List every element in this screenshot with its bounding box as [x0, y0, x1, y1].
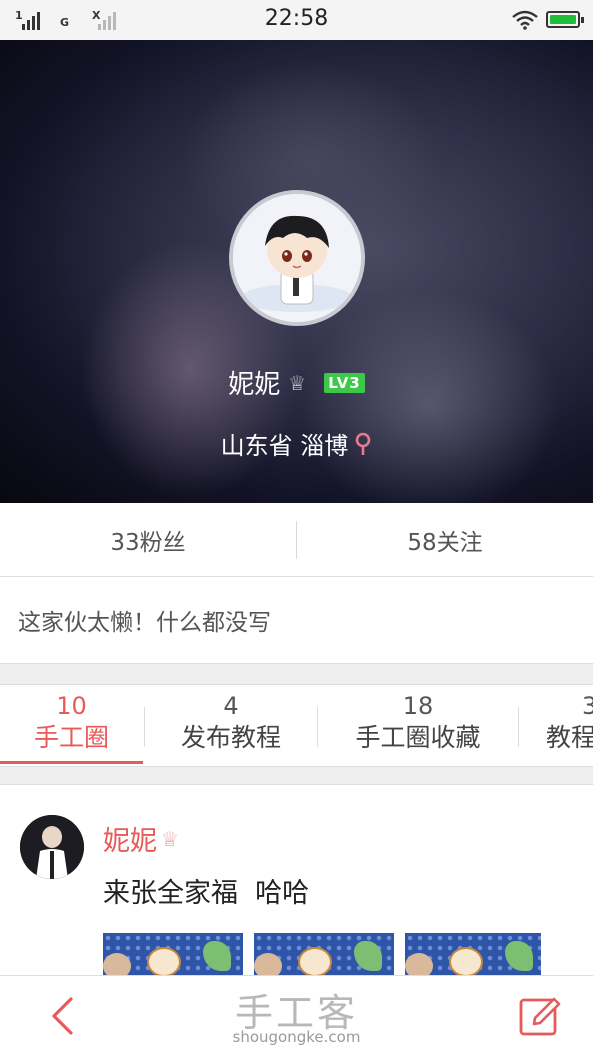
tab-tutorials[interactable]: 3 教程 — [546, 691, 593, 755]
crown-icon: ♕ — [161, 826, 179, 851]
follow-stats: 33粉丝 58关注 — [0, 503, 593, 577]
section-divider — [0, 663, 593, 685]
tab-label: 手工圈收藏 — [355, 723, 481, 752]
chibi-avatar-image — [233, 194, 361, 322]
profile-location-row: 山东省 淄博 — [0, 426, 593, 461]
tab-count: 18 — [402, 692, 434, 720]
crown-icon: ♕ — [288, 370, 307, 395]
clock: 22:58 — [264, 6, 329, 31]
tab-count: 3 — [582, 692, 593, 720]
edit-button[interactable] — [516, 992, 566, 1040]
profile-header: 妮妮 ♕ LV3 山东省 淄博 — [0, 40, 593, 503]
profile-avatar[interactable] — [229, 190, 365, 326]
status-bar: 1 G X 22:58 — [0, 0, 593, 40]
post-text: 来张全家福 哈哈 — [103, 878, 310, 909]
post-author-name[interactable]: 妮妮 — [103, 819, 157, 858]
post-author-row: 妮妮 ♕ — [103, 819, 179, 858]
edit-icon — [519, 997, 561, 1036]
profile-location: 山东省 淄博 — [220, 432, 349, 460]
map-pin-icon — [356, 432, 371, 455]
tab-divider — [518, 707, 519, 747]
post-author-avatar[interactable] — [20, 815, 84, 879]
tab-label: 教程 — [546, 723, 593, 752]
level-badge: LV3 — [324, 372, 365, 393]
content-tabs: 10 手工圈 4 发布教程 18 手工圈收藏 3 教程 — [0, 685, 593, 767]
author-avatar-image — [20, 815, 84, 879]
post-image[interactable] — [103, 933, 243, 975]
profile-name-row: 妮妮 ♕ LV3 — [0, 364, 593, 401]
tab-handcraft-circle[interactable]: 10 手工圈 — [0, 691, 143, 755]
tab-label: 发布教程 — [180, 723, 281, 752]
watermark-url: shougongke.com — [232, 1028, 361, 1046]
following-count[interactable]: 58关注 — [297, 503, 593, 576]
tab-count: 10 — [56, 692, 87, 720]
bio-section: 这家伙太懒！什么都没写 — [0, 577, 593, 663]
fans-count[interactable]: 33粉丝 — [0, 503, 296, 576]
post-card[interactable]: 妮妮 ♕ 来张全家福 哈哈 — [0, 785, 593, 975]
bio-text: 这家伙太懒！什么都没写 — [18, 610, 271, 636]
profile-name: 妮妮 — [228, 370, 281, 400]
tab-published-tutorials[interactable]: 4 发布教程 — [145, 691, 317, 755]
tab-label: 手工圈 — [33, 723, 109, 752]
section-divider — [0, 767, 593, 785]
active-tab-indicator — [0, 761, 143, 764]
wifi-icon — [512, 10, 538, 30]
tab-circle-favorites[interactable]: 18 手工圈收藏 — [318, 691, 518, 755]
post-image[interactable] — [254, 933, 394, 975]
post-image[interactable] — [405, 933, 541, 975]
battery-icon — [546, 11, 584, 28]
bottom-bar: 手工客 shougongke.com — [0, 975, 593, 1055]
tab-count: 4 — [223, 692, 239, 720]
